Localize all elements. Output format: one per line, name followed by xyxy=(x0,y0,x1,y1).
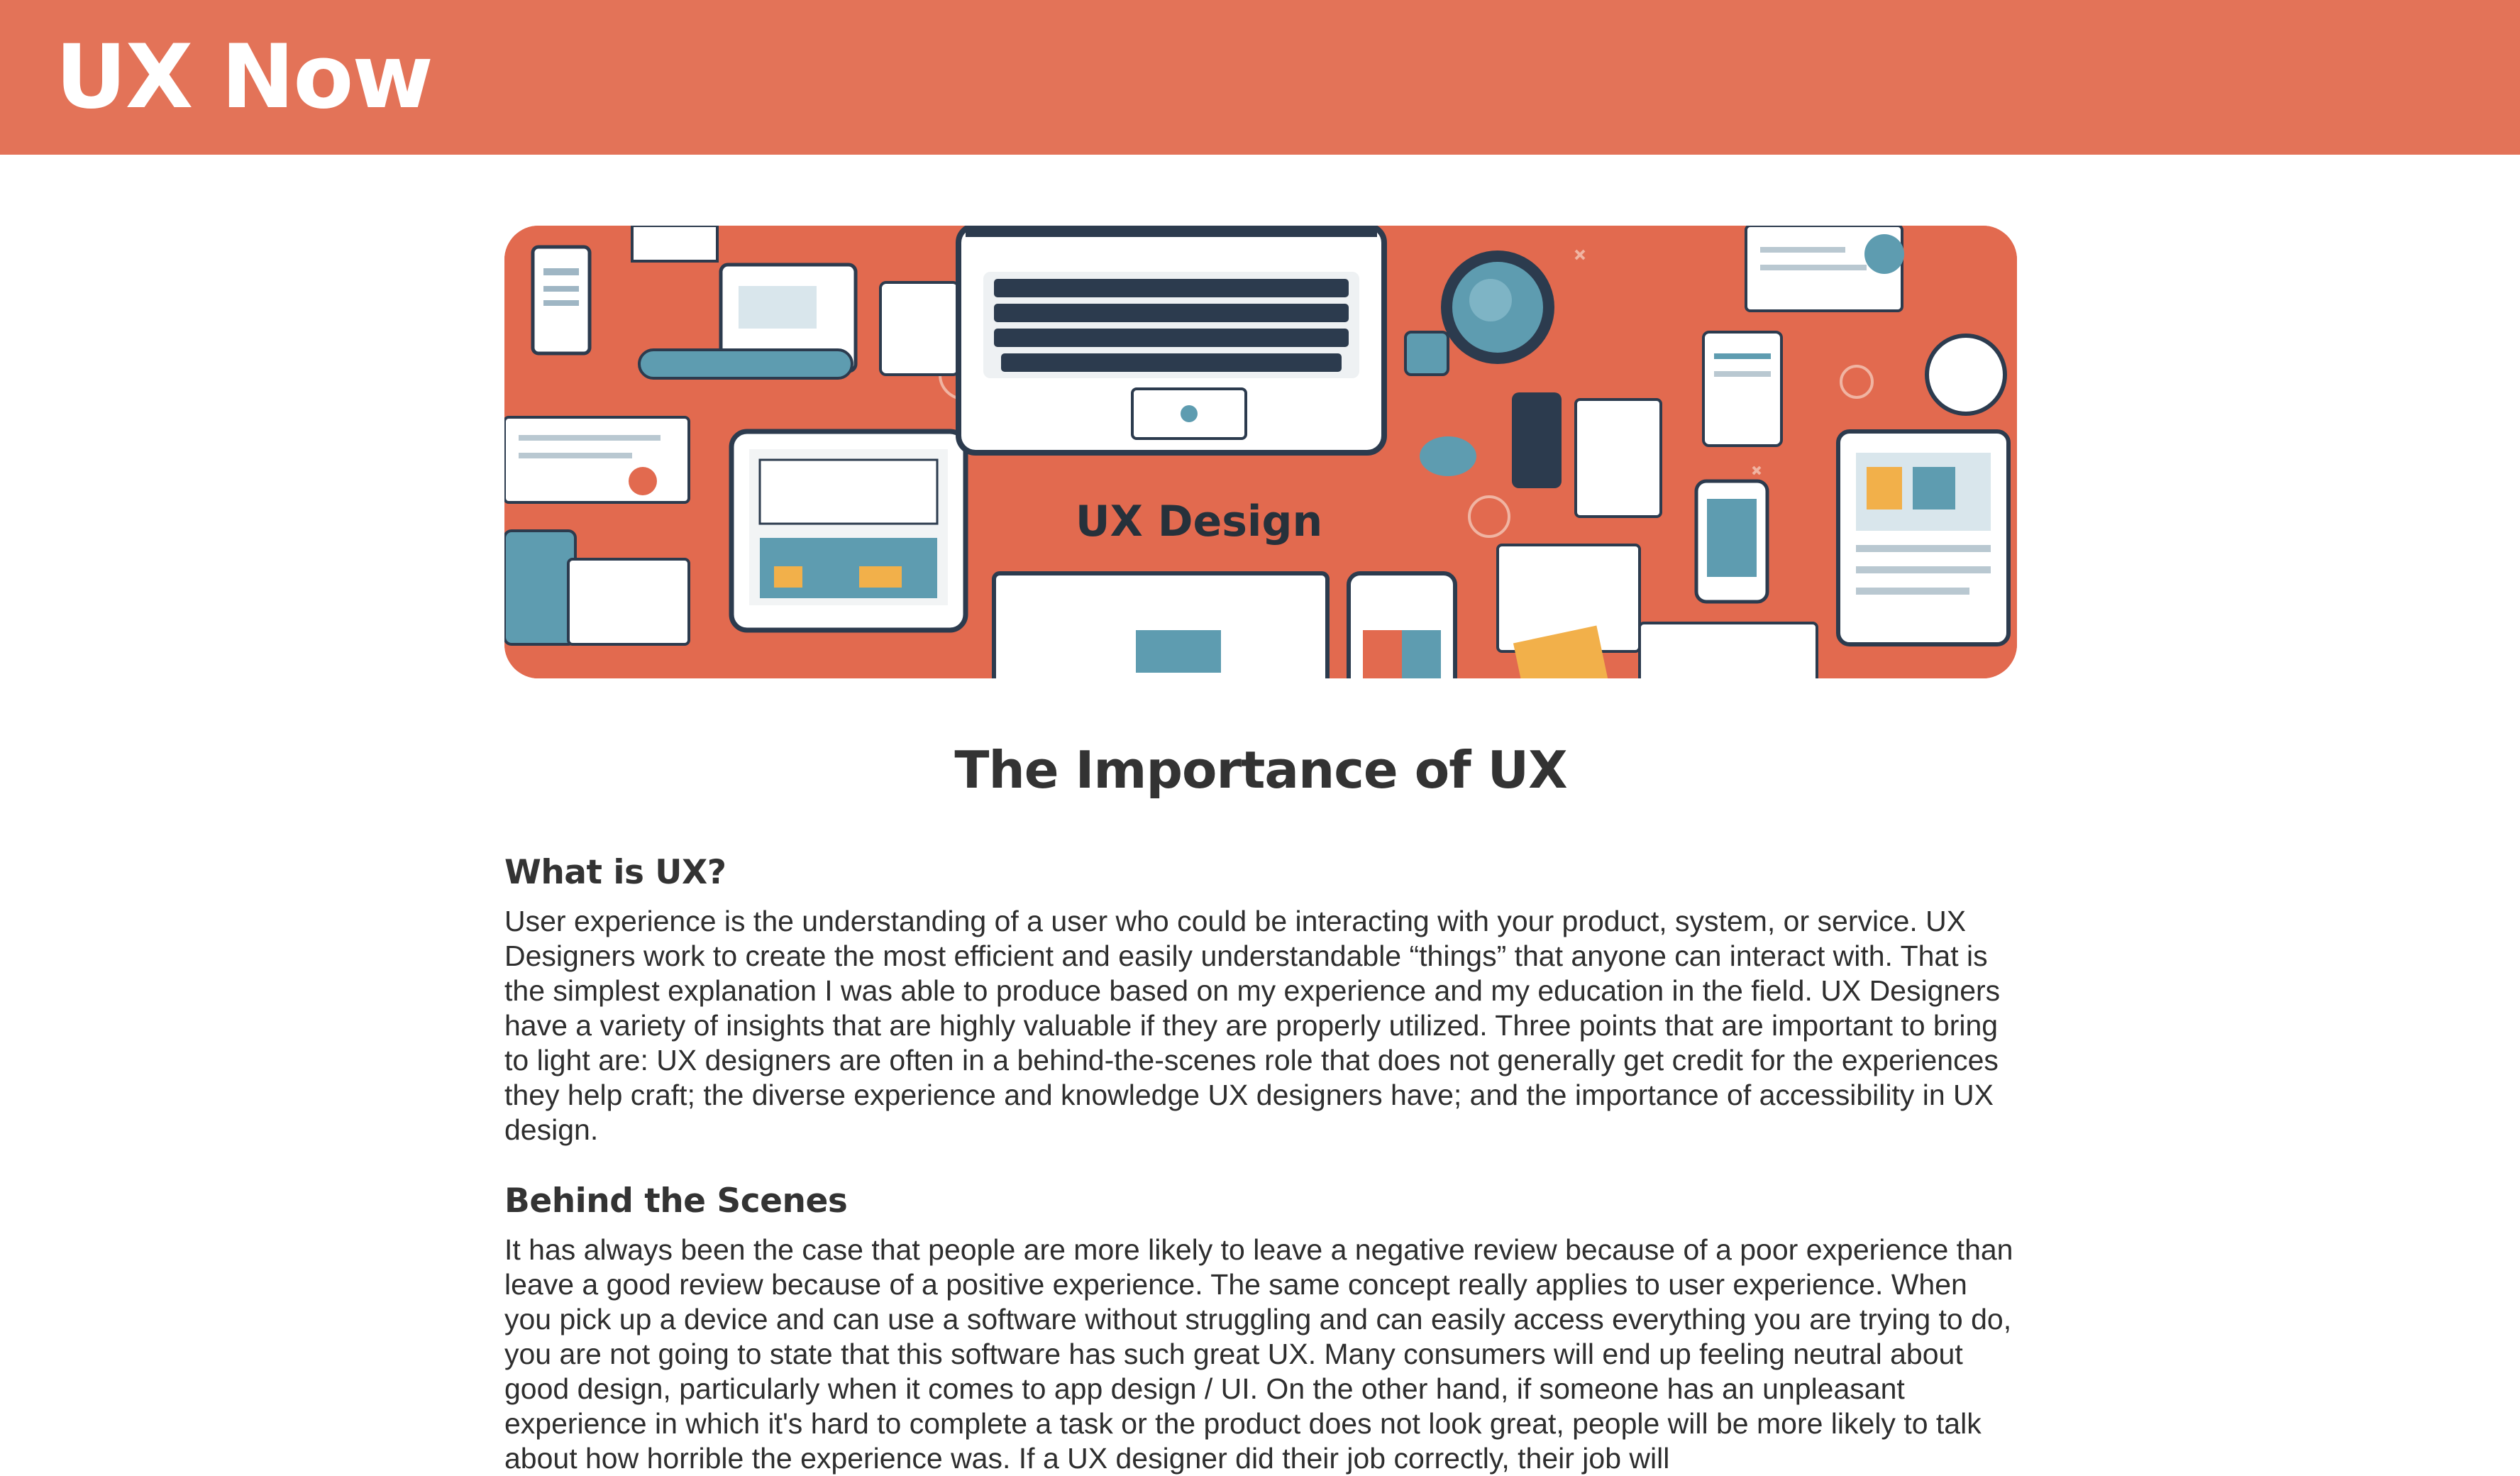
hero-image: UX Design xyxy=(504,226,2017,678)
section-heading-what-is-ux: What is UX? xyxy=(504,853,726,892)
article-container: UX Design The Importance of UX What is U… xyxy=(504,226,2017,1476)
section-heading-behind-the-scenes: Behind the Scenes xyxy=(504,1182,848,1221)
ux-design-illustration: UX Design xyxy=(504,226,2017,678)
site-header: UX Now xyxy=(0,0,2520,155)
section-body-what-is-ux: User experience is the understanding of … xyxy=(504,905,2001,1146)
site-brand-logo[interactable]: UX Now xyxy=(55,24,433,131)
section-body-behind-the-scenes: It has always been the case that people … xyxy=(504,1233,2013,1475)
article-title: The Importance of UX xyxy=(954,740,1567,800)
hero-caption: UX Design xyxy=(1076,497,1322,546)
